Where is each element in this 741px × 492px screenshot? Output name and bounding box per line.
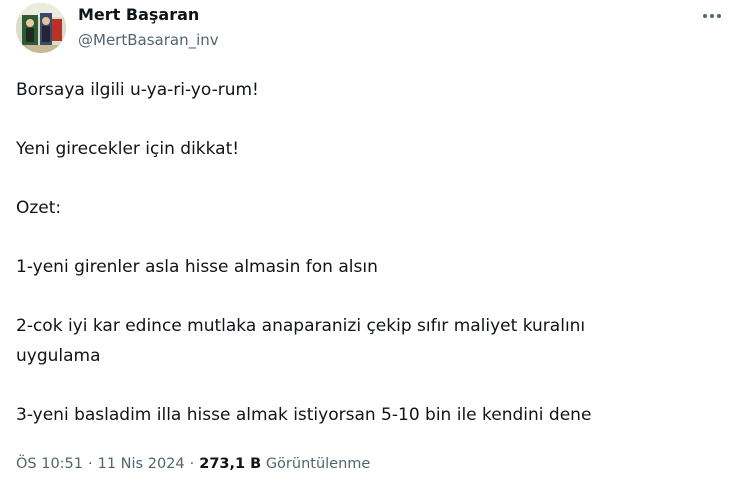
tweet-timestamp-link[interactable]: ÖS 10:51 · 11 Nis 2024 bbox=[16, 456, 185, 472]
tweet-paragraph: Borsaya ilgili u-ya-ri-yo-rum! bbox=[16, 80, 259, 100]
tweet-paragraph: 1-yeni girenler asla hisse almasin fon a… bbox=[16, 257, 378, 277]
tweet-paragraph: 3-yeni basladim illa hisse almak istiyor… bbox=[16, 404, 592, 425]
tweet-paragraph: 2-cok iyi kar edince mutlaka anaparanizi… bbox=[16, 316, 586, 366]
meta-separator: · bbox=[189, 456, 195, 472]
tweet-paragraph: Ozet: bbox=[16, 198, 62, 218]
author-handle[interactable]: @MertBasaran_inv bbox=[78, 30, 219, 50]
meta-separator: · bbox=[88, 456, 93, 472]
author-name[interactable]: Mert Başaran bbox=[78, 5, 199, 25]
tweet-text: Borsaya ilgili u-ya-ri-yo-rum! Yeni gire… bbox=[16, 76, 728, 430]
tweet-date: 11 Nis 2024 bbox=[97, 456, 185, 472]
more-options-button[interactable] bbox=[698, 4, 726, 28]
tweet-card: Mert Başaran @MertBasaran_inv Borsaya il… bbox=[0, 0, 741, 492]
tweet-meta: ÖS 10:51 · 11 Nis 2024 · 273,1 B Görüntülenm… bbox=[16, 454, 370, 474]
more-options-icon bbox=[703, 14, 721, 18]
tweet-time: ÖS 10:51 bbox=[16, 456, 84, 472]
avatar[interactable] bbox=[16, 3, 66, 53]
views-label: Görüntülenme bbox=[265, 456, 371, 472]
views-count: 273,1 B bbox=[199, 456, 262, 472]
avatar-image bbox=[16, 3, 66, 53]
tweet-paragraph: Yeni girecekler için dikkat! bbox=[16, 139, 240, 159]
